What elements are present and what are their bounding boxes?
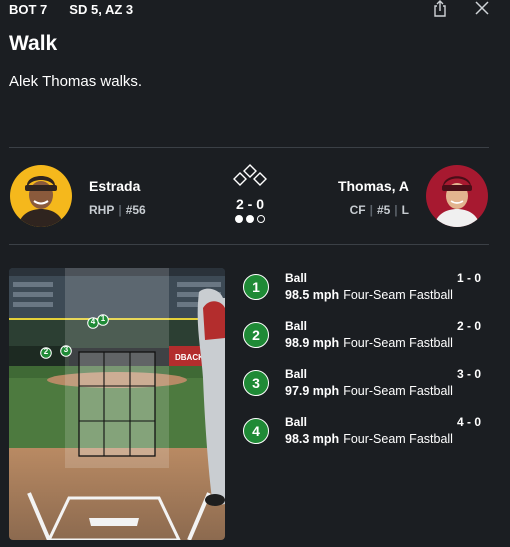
out-dot — [235, 215, 243, 223]
inning-label: BOT 7 — [9, 2, 48, 17]
pitch-number-badge: 4 — [243, 418, 269, 444]
pitch-count: 1 - 0 — [456, 271, 481, 285]
batter-bats: L — [401, 203, 409, 217]
batter-avatar — [426, 165, 488, 227]
outs-indicator — [222, 215, 278, 223]
list-item[interactable]: 2 Ball 2 - 0 98.9 mph Four-Seam Fastball — [243, 318, 483, 366]
pitcher-name: Estrada — [89, 178, 141, 194]
pitch-marker: 2 — [40, 346, 52, 364]
header-actions — [432, 0, 490, 17]
share-icon[interactable] — [432, 0, 448, 17]
pitch-result: Ball — [285, 271, 308, 285]
pitch-list: 1 Ball 1 - 0 98.5 mph Four-Seam Fastball … — [243, 270, 483, 462]
pitch-result: Ball — [285, 415, 308, 429]
pitch-speed: 98.3 mph — [285, 432, 340, 446]
score-label: SD 5, AZ 3 — [69, 2, 134, 17]
balls-strikes-count: 2 - 0 — [235, 196, 264, 212]
pitch-type: Four-Seam Fastball — [343, 384, 453, 398]
pitch-count: 4 - 0 — [456, 415, 481, 429]
pitcher-hand: RHP — [89, 203, 115, 217]
pitch-marker: 3 — [60, 344, 72, 362]
pitch-detail: 97.9 mph Four-Seam Fastball — [285, 384, 453, 398]
pitch-location-view: DBACKS 4 1 2 3 — [9, 268, 225, 540]
pitch-detail: 98.5 mph Four-Seam Fastball — [285, 288, 453, 302]
pitch-type: Four-Seam Fastball — [343, 336, 453, 350]
batter-name: Thomas, A — [337, 178, 409, 194]
bases-diamond-icon — [233, 164, 267, 186]
out-dot — [246, 215, 254, 223]
divider — [9, 244, 489, 245]
pitcher-avatar — [10, 165, 72, 227]
count-summary: 2 - 0 — [222, 163, 278, 223]
pitch-speed: 97.9 mph — [285, 384, 340, 398]
separator: | — [369, 203, 373, 217]
separator: | — [118, 203, 122, 217]
play-title: Walk — [9, 32, 58, 55]
separator: | — [394, 203, 398, 217]
pitch-result: Ball — [285, 367, 308, 381]
pitch-count: 3 - 0 — [456, 367, 481, 381]
play-description: Alek Thomas walks. — [9, 73, 143, 90]
pitch-marker: 1 — [97, 313, 109, 331]
batter-position: CF — [349, 203, 366, 217]
pitch-speed: 98.9 mph — [285, 336, 340, 350]
game-status: BOT 7 SD 5, AZ 3 — [9, 2, 133, 17]
list-item[interactable]: 3 Ball 3 - 0 97.9 mph Four-Seam Fastball — [243, 366, 483, 414]
pitch-number-badge: 1 — [243, 274, 269, 300]
pitch-speed: 98.5 mph — [285, 288, 340, 302]
out-dot — [257, 215, 265, 223]
pitch-number-badge: 3 — [243, 370, 269, 396]
pitch-type: Four-Seam Fastball — [343, 288, 453, 302]
divider — [9, 147, 489, 148]
list-item[interactable]: 1 Ball 1 - 0 98.5 mph Four-Seam Fastball — [243, 270, 483, 318]
batter-number: #5 — [376, 203, 391, 217]
pitch-count: 2 - 0 — [456, 319, 481, 333]
pitch-result: Ball — [285, 319, 308, 333]
list-item[interactable]: 4 Ball 4 - 0 98.3 mph Four-Seam Fastball — [243, 414, 483, 462]
close-icon[interactable] — [474, 0, 490, 17]
pitch-type: Four-Seam Fastball — [343, 432, 453, 446]
pitch-detail: 98.3 mph Four-Seam Fastball — [285, 432, 453, 446]
pitch-number-badge: 2 — [243, 322, 269, 348]
batter-info: CF | #5 | L — [350, 203, 409, 217]
pitcher-info: RHP | #56 — [89, 203, 146, 217]
pitch-detail: 98.9 mph Four-Seam Fastball — [285, 336, 453, 350]
pitcher-number: #56 — [125, 203, 146, 217]
